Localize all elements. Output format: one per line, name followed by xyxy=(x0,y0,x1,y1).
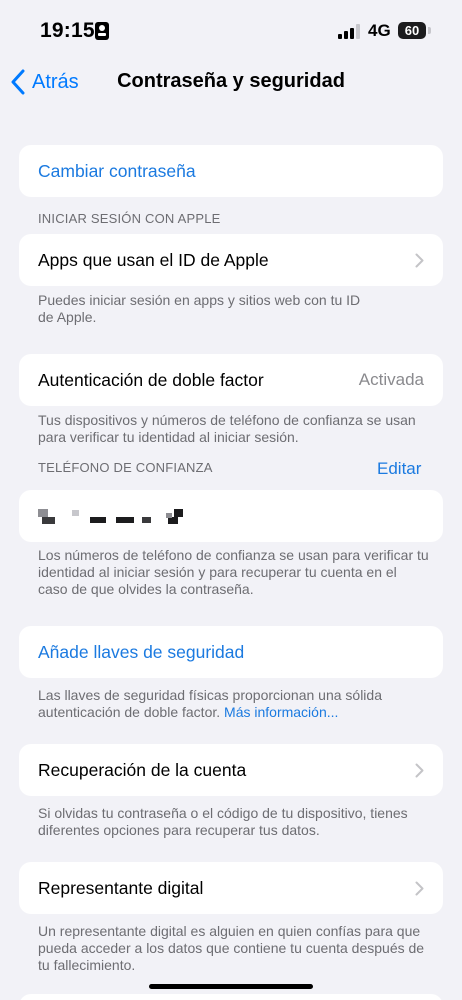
edit-trusted-phone-button[interactable]: Editar xyxy=(377,459,421,479)
account-recovery-label: Recuperación de la cuenta xyxy=(38,759,247,780)
add-security-keys-button[interactable]: Añade llaves de seguridad xyxy=(19,626,443,678)
page-title: Contraseña y seguridad xyxy=(0,70,462,93)
two-factor-row[interactable]: Autenticación de doble factor Activada xyxy=(19,354,443,406)
account-recovery-footnote: Si olvidas tu contraseña o el código de … xyxy=(38,805,408,838)
chevron-right-icon xyxy=(415,253,424,267)
apps-using-apple-id-row[interactable]: Apps que usan el ID de Apple xyxy=(19,234,443,286)
two-factor-status: Activada xyxy=(358,370,424,389)
chevron-right-icon xyxy=(415,881,424,895)
legacy-contact-label: Representante digital xyxy=(38,877,204,898)
two-factor-label: Autenticación de doble factor xyxy=(38,369,264,390)
contact-card-icon xyxy=(95,22,109,40)
chevron-right-icon xyxy=(415,763,424,777)
two-factor-footnote: Tus dispositivos y números de teléfono d… xyxy=(38,412,416,445)
legacy-contact-footnote: Un representante digital es alguien en q… xyxy=(38,923,425,973)
battery-cap xyxy=(428,27,431,34)
account-recovery-row[interactable]: Recuperación de la cuenta xyxy=(19,744,443,796)
trusted-phone-header: TELÉFONO DE CONFIANZA xyxy=(38,460,213,475)
status-time: 19:15 xyxy=(40,19,95,42)
security-keys-footnote: Las llaves de seguridad físicas proporci… xyxy=(38,687,430,721)
add-security-keys-label: Añade llaves de seguridad xyxy=(38,641,245,662)
battery-icon: 60 xyxy=(398,22,426,39)
network-type: 4G xyxy=(368,21,391,40)
next-row-partial xyxy=(19,994,443,1000)
home-indicator[interactable] xyxy=(149,984,313,989)
status-bar: 19:15 4G 60 xyxy=(0,0,462,60)
change-password-label: Cambiar contraseña xyxy=(38,160,196,181)
redacted-phone-number xyxy=(38,507,188,527)
apple-signin-header: INICIAR SESIÓN CON APPLE xyxy=(38,211,221,226)
cellular-signal-icon xyxy=(338,24,362,39)
page-title-text: Contraseña y seguridad xyxy=(117,70,345,92)
trusted-phone-footnote: Los números de teléfono de confianza se … xyxy=(38,547,429,597)
navigation-bar: Atrás Contraseña y seguridad xyxy=(0,60,462,104)
legacy-contact-row[interactable]: Representante digital xyxy=(19,862,443,914)
change-password-button[interactable]: Cambiar contraseña xyxy=(19,145,443,197)
apps-using-apple-id-label: Apps que usan el ID de Apple xyxy=(38,249,269,270)
apple-signin-footnote: Puedes iniciar sesión en apps y sitios w… xyxy=(38,292,361,325)
more-info-link[interactable]: Más información... xyxy=(224,704,338,720)
